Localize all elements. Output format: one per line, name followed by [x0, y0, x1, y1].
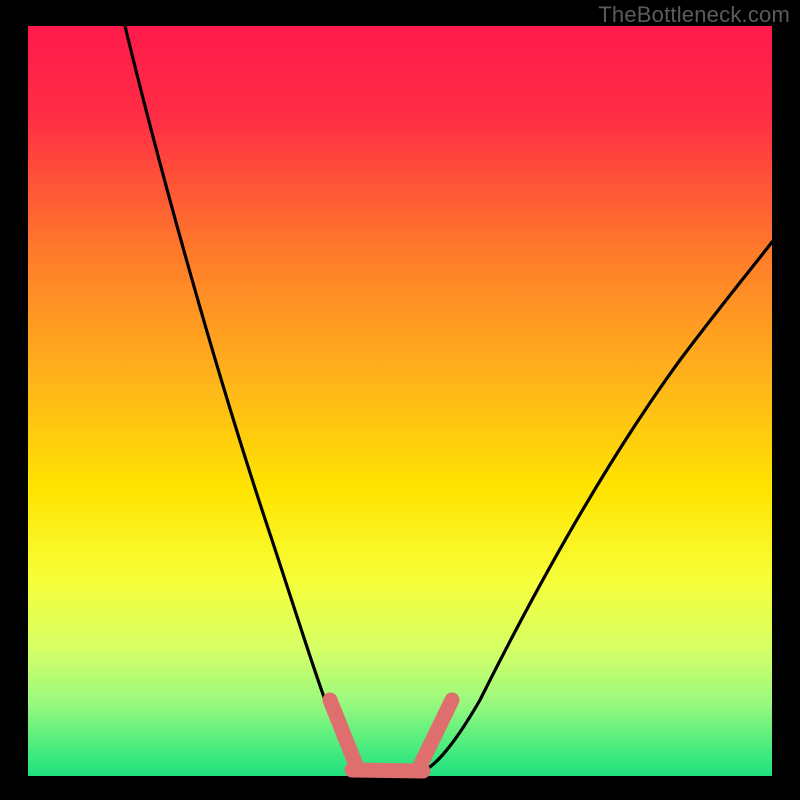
bottleneck-chart — [0, 0, 800, 800]
watermark-text: TheBottleneck.com — [598, 2, 790, 28]
chart-container: TheBottleneck.com — [0, 0, 800, 800]
plot-area — [28, 26, 772, 776]
